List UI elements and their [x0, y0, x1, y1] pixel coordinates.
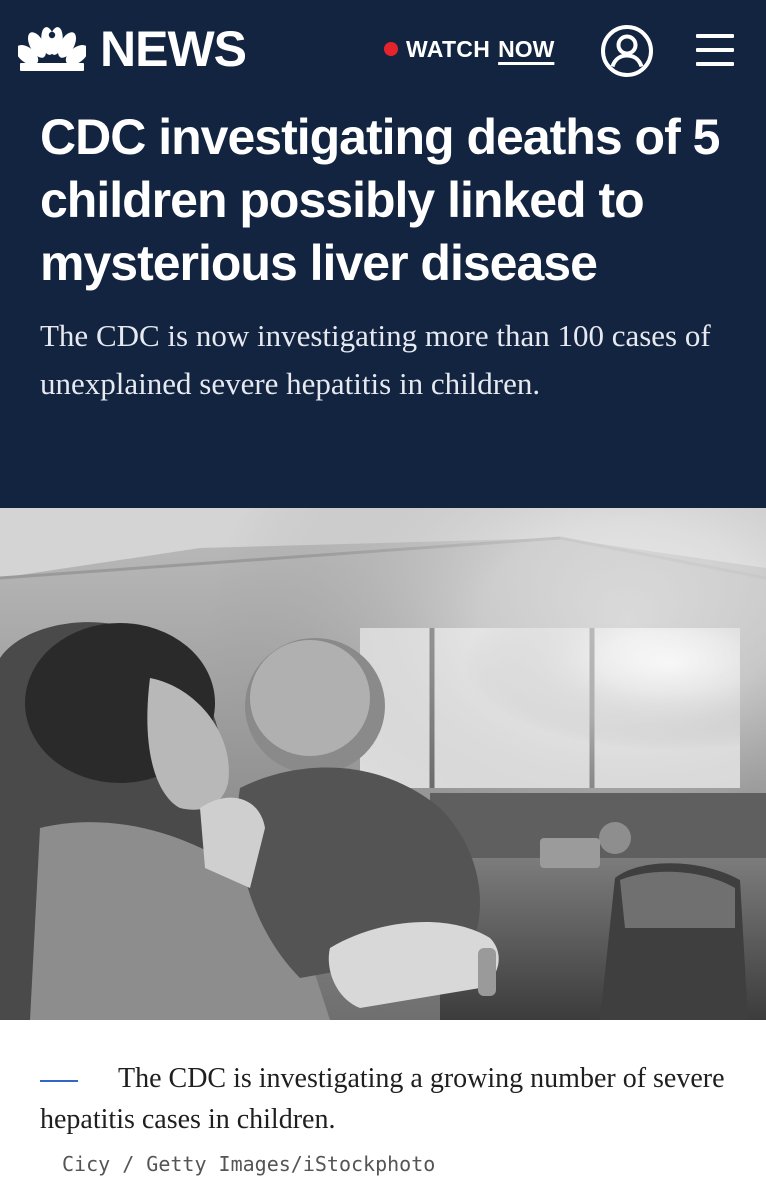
photo-credit: Cicy / Getty Images/iStockphoto — [62, 1152, 436, 1176]
nbc-news-logo-link[interactable]: NEWS — [18, 21, 247, 77]
watch-now-link[interactable]: WATCH NOW — [384, 34, 554, 64]
photo-illustration — [0, 508, 766, 1020]
article-page: NEWS WATCH NOW CDC investigating deaths … — [0, 0, 766, 1200]
menu-line — [696, 34, 734, 38]
account-button[interactable] — [600, 24, 654, 78]
photo-caption: The CDC is investigating a growing numbe… — [40, 1063, 725, 1135]
article-hero: NEWS WATCH NOW CDC investigating deaths … — [0, 0, 766, 508]
top-navigation-bar: NEWS WATCH NOW — [0, 0, 766, 100]
watch-now-label: NOW — [498, 35, 555, 62]
article-dek: The CDC is now investigating more than 1… — [40, 318, 711, 401]
brand-name: NEWS — [100, 21, 247, 77]
watch-label: WATCH — [406, 35, 491, 62]
menu-line — [696, 62, 734, 66]
article-headline: CDC investigating deaths of 5 children p… — [40, 109, 720, 291]
live-dot-icon — [384, 42, 398, 56]
hamburger-menu-icon[interactable] — [694, 30, 736, 70]
article-photo — [0, 508, 766, 1020]
menu-line — [696, 48, 734, 52]
nbc-peacock-icon — [18, 27, 86, 71]
user-circle-icon — [601, 25, 653, 77]
